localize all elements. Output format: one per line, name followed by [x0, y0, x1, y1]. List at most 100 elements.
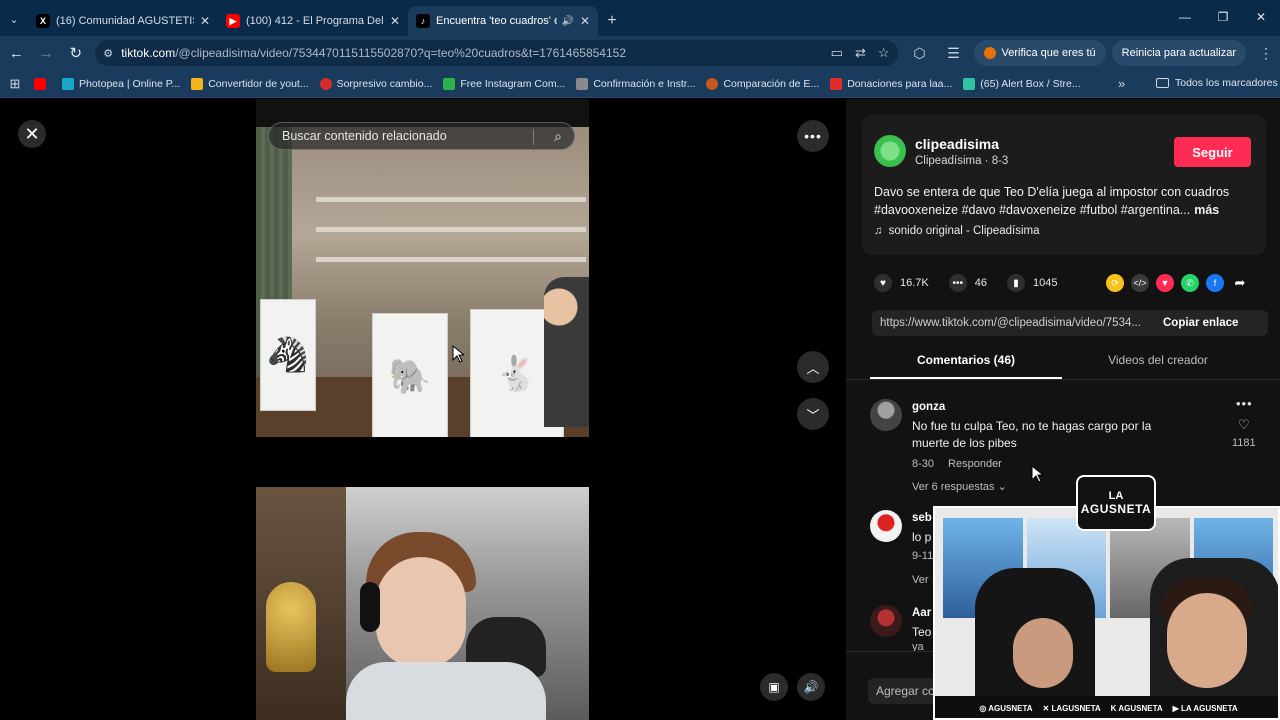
bookmark-item[interactable]: Photopea | Online P... [62, 77, 180, 90]
person-face [1167, 593, 1247, 688]
search-icon[interactable]: ⌕ [554, 128, 562, 145]
headset [360, 582, 380, 632]
url-path: /@clipeadisima/video/7534470115115502870… [175, 46, 626, 60]
minimize-icon[interactable]: — [1166, 0, 1204, 34]
browser-tab-2[interactable]: ▶ (100) 412 - El Programa Del Fút ✕ [218, 6, 408, 36]
translate-icon[interactable]: ⇄ [855, 45, 866, 61]
bookmark-item[interactable]: Donaciones para laa... [830, 77, 953, 90]
divider [533, 129, 534, 145]
comment-date: 8-30 [912, 458, 935, 470]
bookmark-favicon [963, 77, 976, 90]
close-video-button[interactable]: ✕ [18, 120, 46, 148]
commenter-name[interactable]: seb [912, 512, 932, 524]
facebook-icon[interactable]: f [1206, 274, 1224, 292]
browser-tab-strip: ⌄ X (16) Comunidad AGUSTETISMO ✕ ▶ (100)… [0, 0, 1280, 36]
commenter-avatar[interactable] [870, 510, 902, 542]
more-options-button[interactable]: ••• [797, 120, 829, 152]
tab-search-icon[interactable]: ⌄ [0, 2, 28, 36]
youtube-icon [34, 77, 46, 90]
video-link[interactable]: https://www.tiktok.com/@clipeadisima/vid… [872, 317, 1155, 329]
bookmark-label: Sorpresivo cambio... [336, 77, 433, 90]
handle-text: AGUSNETA [1118, 703, 1163, 713]
close-window-icon[interactable]: ✕ [1242, 0, 1280, 34]
more-link[interactable]: más [1194, 203, 1219, 217]
embed-icon[interactable]: </> [1131, 274, 1149, 292]
comment-button[interactable]: ••• 46 [948, 274, 987, 292]
webcam-frame: ◎ AGUSNETA ✕ LAGUSNETA K AGUSNETA ▶ LA A… [933, 506, 1280, 720]
all-bookmarks-button[interactable]: Todos los marcadores [1156, 77, 1278, 89]
handle-text: AGUSNETA [988, 703, 1033, 713]
youtube-icon: ▶ [226, 14, 240, 28]
bookmark-item[interactable]: Confirmación e Instr... [576, 77, 695, 90]
bookmark-favicon [62, 77, 74, 90]
share-arrow-icon[interactable]: ➦ [1231, 274, 1249, 292]
extensions-icon[interactable]: ⬡ [906, 39, 934, 67]
sound-label: sonido original - Clipeadísima [888, 225, 1040, 237]
trophy [266, 582, 316, 672]
volume-icon[interactable]: 🔊 [797, 673, 825, 701]
back-icon[interactable]: ← [3, 39, 30, 67]
close-tab-icon[interactable]: ✕ [580, 14, 590, 28]
update-button[interactable]: Reinicia para actualizar [1111, 40, 1247, 66]
sound-link[interactable]: ♫ sonido original - Clipeadísima [874, 225, 1039, 237]
handle-text: LA AGUSNETA [1181, 703, 1238, 713]
bookmark-item[interactable]: Comparación de E... [706, 77, 819, 90]
apps-grid-icon[interactable]: ⊞ [0, 76, 30, 92]
bookmark-favicon [191, 77, 204, 90]
video-frame-bottom [256, 487, 589, 720]
send-icon[interactable]: ▼ [1156, 274, 1174, 292]
commenter-name[interactable]: Aar [912, 607, 931, 619]
commenter-avatar[interactable] [870, 399, 902, 431]
new-tab-button[interactable]: + [598, 6, 626, 36]
repost-icon[interactable]: ⟳ [1106, 274, 1124, 292]
shelf [316, 257, 586, 262]
reload-icon[interactable]: ↻ [62, 39, 89, 67]
previous-video-button[interactable]: ︿ [797, 351, 829, 383]
site-settings-icon[interactable]: ⚙ [103, 47, 121, 60]
pip-icon[interactable]: ▣ [760, 673, 788, 701]
follow-button[interactable]: Seguir [1174, 137, 1251, 167]
next-video-button[interactable]: ﹀ [797, 398, 829, 430]
tab-comments[interactable]: Comentarios (46) [870, 353, 1062, 379]
close-tab-icon[interactable]: ✕ [390, 14, 400, 28]
author-avatar[interactable] [874, 135, 906, 167]
menu-icon[interactable]: ⋮ [1252, 39, 1280, 67]
commenter-avatar[interactable] [870, 605, 902, 637]
bookmark-youtube[interactable] [34, 77, 51, 90]
logo-line-2: AGUSNETA [1080, 502, 1152, 516]
tab-title: (100) 412 - El Programa Del Fút [246, 15, 384, 27]
view-replies-button[interactable]: Ver [912, 574, 929, 586]
reading-list-icon[interactable]: ☰ [940, 39, 968, 67]
instagram-handle: ◎ AGUSNETA [979, 703, 1033, 713]
save-button[interactable]: ▮ 1045 [1007, 274, 1057, 292]
copy-link-button[interactable]: Copiar enlace [1163, 317, 1238, 329]
like-button[interactable]: ♥ 16.7K [874, 274, 929, 292]
comment-date: 9-11 [912, 550, 934, 562]
speaker-icon[interactable]: 🔊 [561, 16, 573, 27]
address-bar[interactable]: ⚙ tiktok.com/@clipeadisima/video/7534470… [95, 40, 898, 66]
more-bookmarks-icon[interactable]: » [1118, 76, 1125, 91]
person [544, 277, 589, 427]
close-tab-icon[interactable]: ✕ [200, 14, 210, 28]
url-host: tiktok.com [121, 46, 176, 60]
forward-icon[interactable]: → [33, 39, 60, 67]
bookmark-item[interactable]: Free Instagram Com... [443, 77, 565, 90]
restore-icon[interactable]: ❐ [1204, 0, 1242, 34]
related-search-input[interactable]: Buscar contenido relacionado ⌕ [268, 122, 575, 150]
verify-button[interactable]: Verifica que eres tú [973, 40, 1106, 66]
bookmark-label: Donaciones para laa... [847, 77, 953, 90]
browser-tab-3[interactable]: ♪ Encuentra 'teo cuadros' en 🔊 ✕ [408, 6, 598, 36]
tab-creator-videos[interactable]: Videos del creador [1062, 353, 1254, 379]
verify-label: Verifica que eres tú [1001, 47, 1096, 59]
engagement-stats: ♥ 16.7K ••• 46 ▮ 1045 [874, 272, 1077, 294]
browser-tab-1[interactable]: X (16) Comunidad AGUSTETISMO ✕ [28, 6, 218, 36]
whatsapp-icon[interactable]: ✆ [1181, 274, 1199, 292]
author-username[interactable]: clipeadisima [915, 136, 999, 152]
comment-icon: ••• [948, 274, 967, 292]
video-player[interactable]: 🦓 🐘 🐇 [256, 99, 589, 720]
bookmark-item[interactable]: (65) Alert Box / Stre... [963, 77, 1081, 90]
bookmark-item[interactable]: Convertidor de yout... [191, 77, 309, 90]
bookmark-item[interactable]: Sorpresivo cambio... [319, 77, 433, 90]
cast-icon[interactable]: ▭ [831, 45, 843, 61]
bookmark-star-icon[interactable]: ☆ [878, 45, 890, 61]
